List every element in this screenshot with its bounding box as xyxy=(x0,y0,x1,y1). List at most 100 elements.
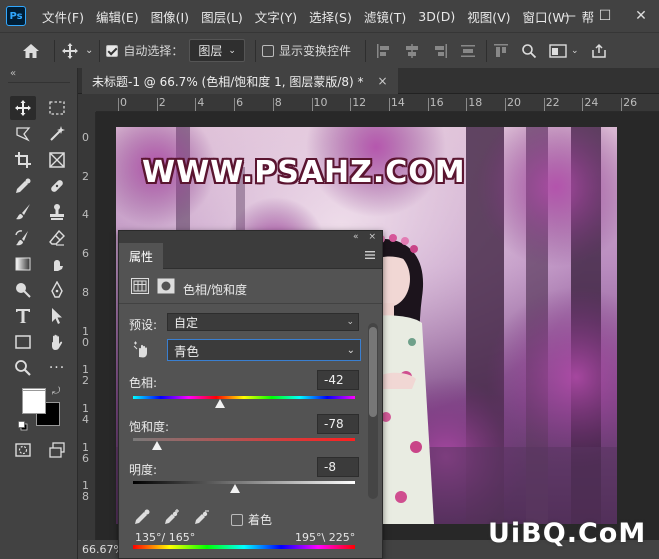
panel-scrollbar[interactable] xyxy=(368,323,378,499)
preset-dropdown[interactable]: 自定 ⌄ xyxy=(167,313,359,331)
search-icon[interactable] xyxy=(521,43,537,59)
zoom-tool-icon[interactable] xyxy=(10,356,36,380)
close-icon[interactable]: ✕ xyxy=(623,8,659,24)
panel-scroll-thumb[interactable] xyxy=(369,327,377,417)
layer-mask-icon[interactable] xyxy=(157,278,175,294)
move-tool-icon[interactable] xyxy=(10,96,36,120)
menu-edit[interactable]: 编辑(E) xyxy=(90,7,145,26)
chevron-down-icon[interactable]: ⌄ xyxy=(571,46,579,56)
frame-tool-icon[interactable] xyxy=(44,148,70,172)
collapse-panel-icon[interactable]: « xyxy=(353,232,359,242)
saturation-value-input[interactable]: -78 xyxy=(317,414,359,434)
adjustment-layer-icon[interactable] xyxy=(131,278,149,294)
hue-value-input[interactable]: -42 xyxy=(317,370,359,390)
align-right-icon[interactable] xyxy=(432,43,448,59)
lasso-tool-icon[interactable] xyxy=(10,122,36,146)
ruler-tick xyxy=(466,98,468,111)
channel-dropdown[interactable]: 青色 ⌄ xyxy=(167,339,361,361)
properties-tab[interactable]: 属性 xyxy=(119,243,164,269)
hue-slider-thumb[interactable] xyxy=(214,399,225,408)
maximize-icon[interactable]: ☐ xyxy=(587,8,623,24)
type-tool-icon[interactable] xyxy=(10,304,36,328)
menu-3d[interactable]: 3D(D) xyxy=(412,9,461,24)
colorize-checkbox[interactable]: 着色 xyxy=(231,511,272,528)
saturation-slider-track[interactable] xyxy=(133,438,355,441)
foreground-color-swatch-top[interactable] xyxy=(22,390,46,414)
align-top-icon[interactable] xyxy=(493,43,509,59)
colorize-check-icon[interactable] xyxy=(231,513,243,526)
stamp-tool-icon[interactable] xyxy=(44,200,70,224)
home-icon[interactable] xyxy=(22,43,40,59)
align-center-h-icon[interactable] xyxy=(404,43,420,59)
close-tab-icon[interactable]: × xyxy=(378,74,388,88)
pen-tool-icon[interactable] xyxy=(44,278,70,302)
move-tool-preset-icon[interactable]: ⌄ xyxy=(61,42,93,60)
distribute-icon[interactable] xyxy=(460,43,476,59)
magic-wand-tool-icon[interactable] xyxy=(44,122,70,146)
ruler-tick-label: 4 xyxy=(82,208,89,222)
align-left-icon[interactable] xyxy=(376,43,392,59)
document-tab-title: 未标题-1 @ 66.7% (色相/饱和度 1, 图层蒙版/8) * xyxy=(92,74,364,89)
lightness-value-input[interactable]: -8 xyxy=(317,457,359,477)
show-transform-check-icon[interactable] xyxy=(261,44,274,57)
ruler-tick xyxy=(118,98,119,111)
share-icon[interactable] xyxy=(591,43,607,59)
minimize-icon[interactable]: — xyxy=(551,8,587,24)
eyedropper-plus-icon[interactable] xyxy=(163,508,181,526)
screen-mode-icon[interactable] xyxy=(44,438,70,462)
eyedropper-minus-icon[interactable] xyxy=(193,508,211,526)
show-transform-checkbox[interactable]: 显示变换控件 xyxy=(261,42,351,59)
smudge-tool-icon[interactable] xyxy=(44,252,70,276)
more-tools-icon[interactable]: ··· xyxy=(44,356,70,380)
gradient-tool-icon[interactable] xyxy=(10,252,36,276)
window-controls: — ☐ ✕ xyxy=(551,0,659,32)
ruler-tick xyxy=(388,98,390,111)
dodge-tool-icon[interactable] xyxy=(10,278,36,302)
rectangle-tool-icon[interactable] xyxy=(10,330,36,354)
color-range-bar[interactable] xyxy=(133,545,355,549)
menu-file[interactable]: 文件(F) xyxy=(36,7,90,26)
ruler-tick-label: 14 xyxy=(390,96,405,109)
horizontal-ruler[interactable]: 0 2 4 6 8 10 12 14 16 18 20 22 24 26 xyxy=(96,94,659,112)
document-tab[interactable]: 未标题-1 @ 66.7% (色相/饱和度 1, 图层蒙版/8) * × xyxy=(82,68,398,94)
auto-select-check-icon[interactable] xyxy=(106,44,119,57)
on-image-adjust-icon[interactable] xyxy=(133,340,151,358)
menu-view[interactable]: 视图(V) xyxy=(461,7,516,26)
quick-mask-icon[interactable] xyxy=(10,438,36,462)
brush-tool-icon[interactable] xyxy=(10,200,36,224)
ruler-tick-label: 4 xyxy=(197,96,205,109)
eyedropper-icon[interactable] xyxy=(133,508,151,526)
lightness-slider-thumb[interactable] xyxy=(230,484,241,493)
menu-select[interactable]: 选择(S) xyxy=(303,7,358,26)
chevron-down-icon[interactable]: ⌄ xyxy=(85,45,93,56)
auto-select-target-dropdown[interactable]: 图层 ⌄ xyxy=(189,39,245,62)
menu-image[interactable]: 图像(I) xyxy=(145,7,195,26)
healing-brush-tool-icon[interactable] xyxy=(44,174,70,198)
saturation-slider-thumb[interactable] xyxy=(152,441,163,450)
close-panel-icon[interactable]: × xyxy=(368,232,376,242)
workspace-icon[interactable] xyxy=(549,43,567,59)
options-bar: ⌄ 自动选择： 图层 ⌄ 显示变换控件 ⌄ xyxy=(0,32,659,68)
ruler-tick-label: 1 6 xyxy=(82,440,89,465)
lightness-slider-track[interactable] xyxy=(133,481,355,484)
swap-colors-icon[interactable]: ⤾ xyxy=(52,386,60,397)
eraser-tool-icon[interactable] xyxy=(44,226,70,250)
hue-slider-track[interactable] xyxy=(133,396,355,399)
marquee-tool-icon[interactable] xyxy=(44,96,70,120)
auto-select-checkbox[interactable]: 自动选择： xyxy=(106,42,183,59)
crop-tool-icon[interactable] xyxy=(10,148,36,172)
panel-grip[interactable]: « × xyxy=(119,231,382,243)
hand-tool-icon[interactable] xyxy=(44,330,70,354)
path-selection-tool-icon[interactable] xyxy=(44,304,70,328)
history-brush-tool-icon[interactable] xyxy=(10,226,36,250)
menu-filter[interactable]: 滤镜(T) xyxy=(358,7,412,26)
panel-menu-icon[interactable] xyxy=(364,249,376,261)
eyedropper-tool-icon[interactable] xyxy=(10,174,36,198)
collapse-toolbar-icon[interactable]: « xyxy=(10,68,16,79)
menu-type[interactable]: 文字(Y) xyxy=(249,7,303,26)
vertical-ruler[interactable]: 0 2 4 6 8 1 0 1 2 1 4 1 6 1 8 xyxy=(78,112,96,540)
menu-layer[interactable]: 图层(L) xyxy=(195,7,249,26)
auto-select-target-value: 图层 xyxy=(198,44,223,58)
ruler-tick xyxy=(156,98,158,111)
default-colors-icon[interactable] xyxy=(18,420,28,431)
